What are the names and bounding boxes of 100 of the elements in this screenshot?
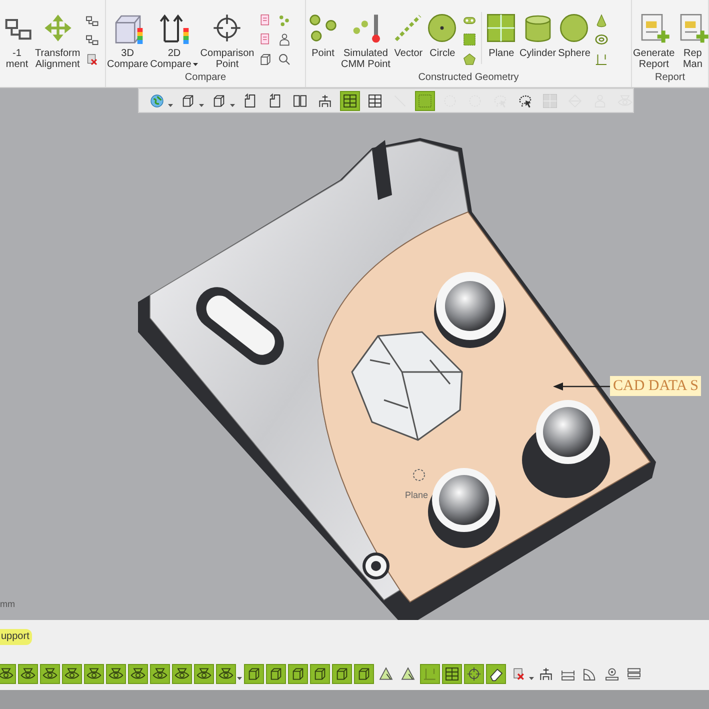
caret-icon [529,677,534,680]
toolbar-button[interactable] [288,664,308,684]
eye-icon [196,666,212,682]
ribbon-button[interactable]: Sphere [557,8,592,68]
feature-label: Plane [405,489,428,502]
ribbon-button[interactable]: Plane [484,8,518,68]
group-label: Compare [184,71,226,85]
ribbon-button[interactable]: 2D Compare [149,8,200,68]
ring-icon [594,32,609,48]
ribbon-button[interactable]: Vector [391,8,426,68]
eye-icon [130,666,146,682]
eye-icon [108,666,124,682]
ribbon-button[interactable]: Circle [425,8,460,68]
view-icon [267,92,283,108]
ribbon-button[interactable]: -1 ment [0,8,34,68]
toolbar-button[interactable] [244,664,264,684]
caret-icon [168,104,173,106]
toolbar-button[interactable] [354,664,374,684]
cube-icon [246,666,262,682]
eye-icon [20,666,36,682]
ribbon-button[interactable]: Cylinder [518,8,558,68]
eye-icon [86,666,102,682]
group-label: Report [654,71,685,85]
axes-icon [422,666,438,682]
cube-icon [290,666,306,682]
toolbar-button[interactable] [310,664,330,684]
arc-icon [582,666,598,682]
cube-icon [334,666,350,682]
circle-icon [426,12,458,44]
grid-icon [444,666,460,682]
lasso-icon [517,92,533,108]
dashed-circle-icon [412,468,426,482]
ribbon-button[interactable]: Point [306,8,340,68]
dots-icon [276,12,292,28]
toolbar-button[interactable] [128,664,148,684]
ribbon-button[interactable]: Transform Alignment [34,8,82,68]
eraser-icon [488,666,504,682]
toolbar-button[interactable] [0,664,16,684]
eye-icon [174,666,190,682]
toolbar-button[interactable] [340,90,360,110]
group-label: Constructed Geometry [418,71,519,85]
grid-icon [367,92,383,108]
caret-icon [230,104,235,106]
cube-icon [268,666,284,682]
toolbar-button[interactable] [442,664,462,684]
toolbar-button[interactable] [62,664,82,684]
ribbon-button[interactable]: Comparison Point [199,8,256,68]
stack-icon [626,666,642,682]
sphere-icon [558,12,590,44]
plane-icon [542,92,558,108]
cube-icon [211,92,227,108]
cube-icon [312,666,328,682]
ribbon-button[interactable]: 3D Compare [106,8,150,68]
toolbar-button[interactable] [106,664,126,684]
eye-icon [42,666,58,682]
globe-icon [149,92,165,108]
square-icon [462,32,477,48]
toolbar-button[interactable] [332,664,352,684]
panel-tab[interactable]: upport [0,629,32,645]
caret-icon [199,104,204,106]
split-view-icon [292,92,308,108]
axes-icon [594,52,609,67]
crosshair-icon [466,666,482,682]
units-label: mm [0,598,15,611]
pentagon-icon [462,52,477,67]
ribbon-button[interactable]: Generate Report [632,8,676,68]
points-icon [307,12,339,44]
toolbar-button[interactable] [84,664,104,684]
toolbar-button[interactable] [486,664,506,684]
toolbar-button[interactable] [150,664,170,684]
gauge-icon [604,666,620,682]
toolbar-button[interactable] [18,664,38,684]
small-tool-button[interactable] [276,51,292,68]
toolbar-button[interactable] [172,664,192,684]
small-tool-button[interactable] [461,32,478,48]
cube-icon [356,666,372,682]
square-icon [417,92,433,108]
toolbar-button[interactable] [266,664,286,684]
grid-icon [342,92,358,108]
plane-icon [485,12,518,44]
small-tool-button[interactable] [461,51,478,68]
callout-label: CAD DATA S [610,376,702,396]
arrows-scale-icon [158,12,190,44]
toolbar-button[interactable] [216,664,242,684]
caret-icon [193,63,198,66]
toolbar-button[interactable] [194,664,214,684]
ribbon-button[interactable]: Simulated CMM Point [340,8,392,68]
leader-arrow [553,382,611,391]
toolbar-button[interactable] [40,664,60,684]
caret-icon [237,677,242,680]
person-icon [276,32,292,48]
ribbon-button[interactable]: Rep Man [676,8,709,68]
eye-icon [64,666,80,682]
triangle-icon [378,666,394,682]
eye-icon [152,666,168,682]
eye-icon [218,666,234,682]
cube-icon [180,92,196,108]
view-icon [242,92,258,108]
search-icon [276,52,292,67]
eye-icon [0,666,14,682]
